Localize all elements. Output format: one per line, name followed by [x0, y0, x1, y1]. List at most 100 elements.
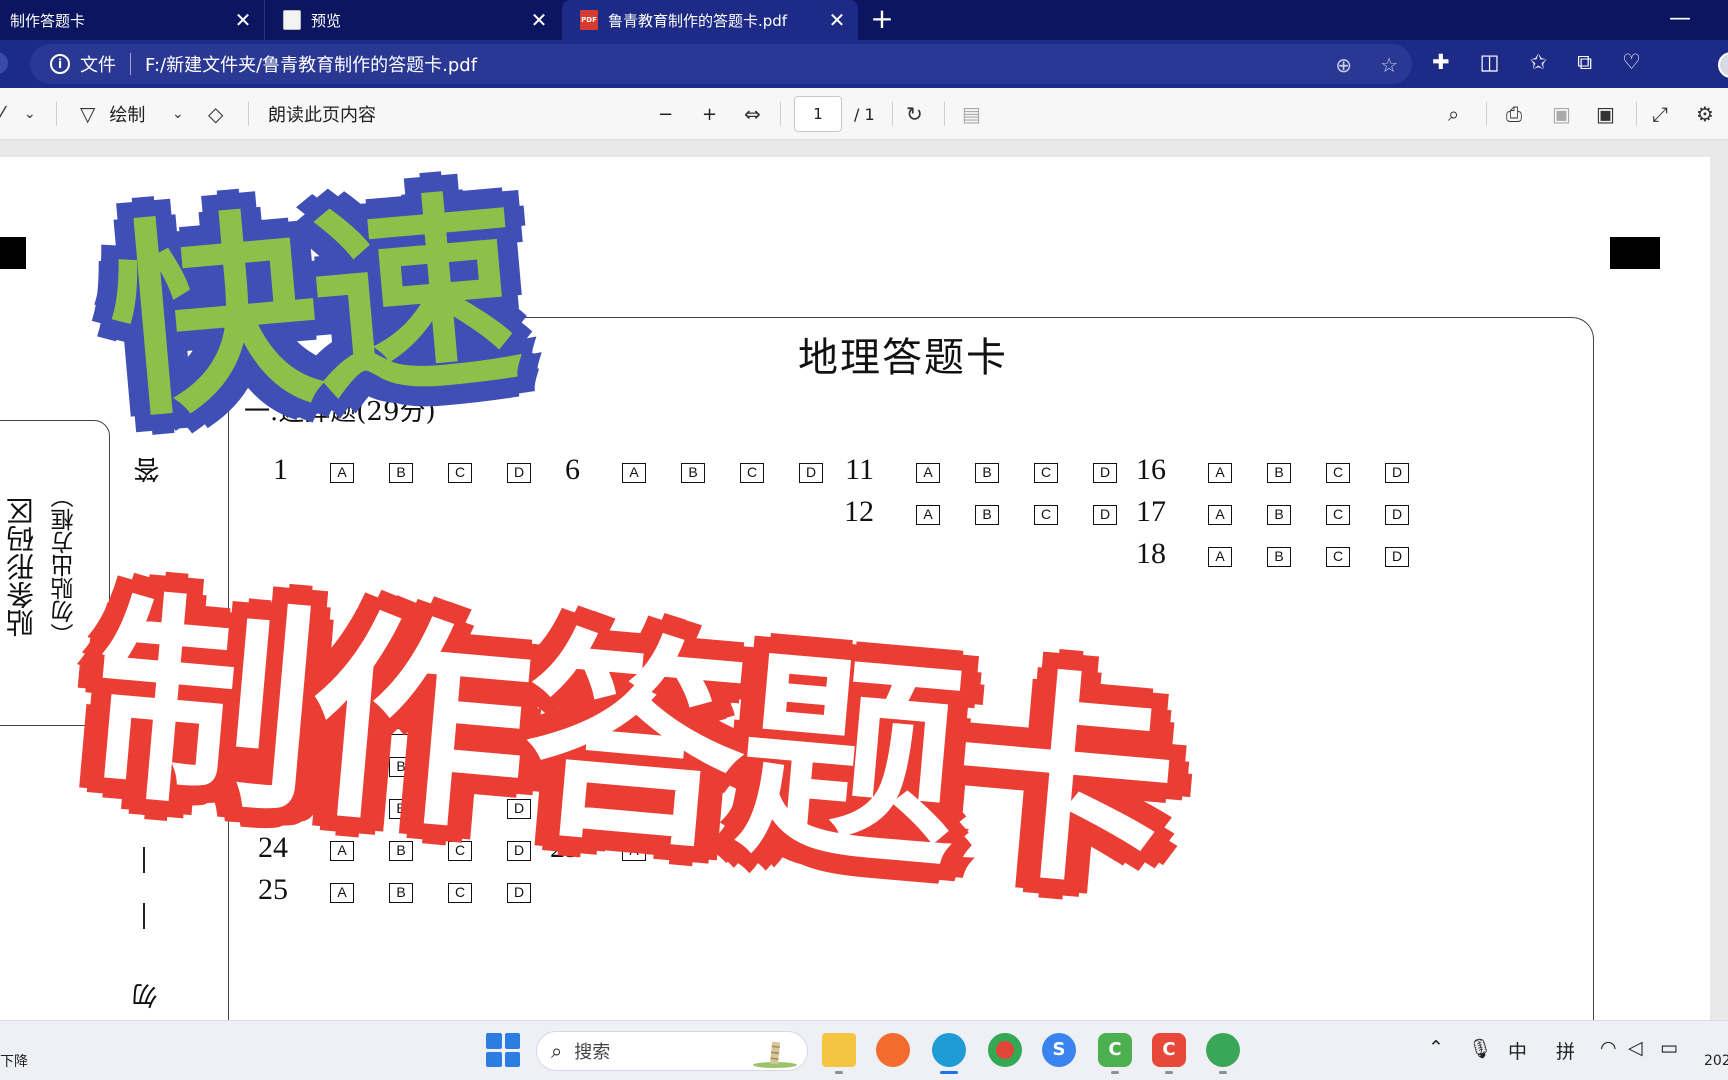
answer-bubble[interactable]: C	[448, 799, 472, 819]
answer-bubble[interactable]: A	[330, 715, 354, 735]
minimize-window-button[interactable]: —	[1664, 6, 1696, 34]
sogou-icon[interactable]: S	[1042, 1033, 1076, 1067]
page-view-icon[interactable]: ▤	[962, 88, 981, 140]
page-number-input[interactable]: 1	[794, 96, 842, 132]
answer-bubble[interactable]: C	[448, 715, 472, 735]
answer-bubble[interactable]: A	[1208, 547, 1232, 567]
answer-bubble[interactable]: D	[507, 757, 531, 777]
answer-bubble[interactable]: D	[507, 841, 531, 861]
answer-bubble[interactable]: D	[507, 799, 531, 819]
answer-bubble[interactable]: A	[622, 841, 646, 861]
answer-bubble[interactable]: A	[622, 757, 646, 777]
answer-bubble[interactable]: D	[799, 757, 823, 777]
answer-bubble[interactable]: A	[916, 505, 940, 525]
print-icon[interactable]: ⎙	[1506, 88, 1522, 140]
answer-bubble[interactable]: B	[681, 799, 705, 819]
star-favorite-icon[interactable]: ☆	[1380, 53, 1398, 77]
battery-icon[interactable]: ▭	[1660, 1037, 1678, 1059]
answer-bubble[interactable]: B	[1267, 505, 1291, 525]
gear-icon[interactable]: ⚙	[1696, 88, 1714, 140]
answer-bubble[interactable]: D	[799, 799, 823, 819]
answer-bubble[interactable]: D	[507, 715, 531, 735]
fullscreen-icon[interactable]: ⤢	[1652, 88, 1668, 140]
extensions-icon[interactable]: ✚	[1432, 50, 1450, 75]
answer-bubble[interactable]: C	[1034, 505, 1058, 525]
answer-bubble[interactable]: A	[1208, 463, 1232, 483]
avatar[interactable]	[1718, 52, 1728, 78]
answer-bubble[interactable]: B	[681, 757, 705, 777]
ime-language[interactable]: 中	[1508, 1037, 1527, 1064]
weather-widget[interactable]: 下降	[0, 1051, 28, 1071]
close-tab-icon[interactable]: ✕	[826, 9, 848, 31]
answer-bubble[interactable]: C	[1326, 547, 1350, 567]
url-text[interactable]: F:/新建文件夹/鲁青教育制作的答题卡.pdf	[145, 51, 477, 77]
eraser-icon[interactable]: ◇	[208, 88, 223, 140]
highlight-icon[interactable]: ⁄	[0, 88, 3, 140]
windows-start-icon[interactable]	[486, 1033, 520, 1067]
favorites-icon[interactable]: ✩	[1529, 50, 1547, 75]
answer-bubble[interactable]: C	[448, 883, 472, 903]
answer-bubble[interactable]: B	[1267, 463, 1291, 483]
camtasia-green-icon[interactable]: C	[1098, 1033, 1132, 1067]
answer-bubble[interactable]: C	[448, 757, 472, 777]
answer-bubble[interactable]: B	[389, 463, 413, 483]
answer-bubble[interactable]: D	[1385, 463, 1409, 483]
answer-bubble[interactable]: D	[507, 883, 531, 903]
answer-bubble[interactable]: C	[740, 799, 764, 819]
draw-button[interactable]: ▽ 绘制	[80, 88, 145, 140]
collections-icon[interactable]: ⧉	[1577, 50, 1592, 75]
zoom-icon[interactable]: ⊕	[1335, 53, 1352, 77]
answer-bubble[interactable]: D	[799, 463, 823, 483]
answer-bubble[interactable]: C	[1034, 463, 1058, 483]
microphone-icon[interactable]: 🎙	[1468, 1037, 1492, 1060]
answer-bubble[interactable]: C	[1326, 463, 1350, 483]
answer-bubble[interactable]: D	[799, 841, 823, 861]
answer-bubble[interactable]: C	[740, 841, 764, 861]
chevron-up-icon[interactable]: ⌃	[1428, 1037, 1444, 1059]
answer-bubble[interactable]: D	[1385, 505, 1409, 525]
close-tab-icon[interactable]: ✕	[232, 9, 254, 31]
answer-bubble[interactable]: B	[389, 799, 413, 819]
answer-bubble[interactable]: C	[448, 841, 472, 861]
zoom-in-button[interactable]: +	[702, 88, 717, 140]
save-icon[interactable]: ▣	[1552, 88, 1571, 140]
close-tab-icon[interactable]: ✕	[528, 9, 550, 31]
answer-bubble[interactable]: C	[740, 757, 764, 777]
answer-bubble[interactable]: B	[1267, 547, 1291, 567]
answer-bubble[interactable]: C	[1326, 505, 1350, 525]
answer-bubble[interactable]: A	[330, 757, 354, 777]
answer-bubble[interactable]: A	[622, 463, 646, 483]
clock[interactable]: 202	[1704, 1053, 1728, 1069]
answer-bubble[interactable]: B	[975, 463, 999, 483]
wifi-icon[interactable]: ◠	[1600, 1037, 1617, 1059]
tab-preview[interactable]: 预览 ✕	[264, 0, 560, 40]
answer-bubble[interactable]: B	[389, 841, 413, 861]
fit-width-icon[interactable]: ⇔	[744, 88, 761, 140]
answer-bubble[interactable]: B	[389, 883, 413, 903]
read-aloud-button[interactable]: 朗读此页内容	[268, 88, 376, 140]
search-icon[interactable]: ⌕	[1448, 88, 1459, 140]
tab-answer-card-video[interactable]: 制作答题卡 ✕	[0, 0, 264, 40]
answer-bubble[interactable]: C	[740, 463, 764, 483]
chrome-icon[interactable]	[988, 1033, 1022, 1067]
info-icon[interactable]: i	[50, 54, 70, 74]
answer-bubble[interactable]: A	[1208, 505, 1232, 525]
chevron-down-icon[interactable]: ⌄	[172, 88, 184, 140]
answer-bubble[interactable]: D	[1385, 547, 1409, 567]
refresh-icon[interactable]	[0, 52, 8, 74]
answer-bubble[interactable]: A	[330, 799, 354, 819]
globe-app-icon[interactable]	[1206, 1033, 1240, 1067]
answer-bubble[interactable]: B	[681, 463, 705, 483]
file-explorer-icon[interactable]	[822, 1033, 856, 1067]
answer-bubble[interactable]: B	[389, 715, 413, 735]
answer-bubble[interactable]: A	[330, 883, 354, 903]
answer-bubble[interactable]: A	[916, 463, 940, 483]
new-tab-button[interactable]: +	[866, 4, 898, 36]
ime-mode[interactable]: 拼	[1556, 1037, 1575, 1064]
save-as-icon[interactable]: ▣	[1596, 88, 1615, 140]
answer-bubble[interactable]: D	[1093, 505, 1117, 525]
answer-bubble[interactable]: D	[1093, 463, 1117, 483]
browser-essentials-icon[interactable]: ♡	[1622, 50, 1641, 75]
answer-bubble[interactable]: B	[389, 757, 413, 777]
zoom-out-button[interactable]: −	[658, 88, 673, 140]
